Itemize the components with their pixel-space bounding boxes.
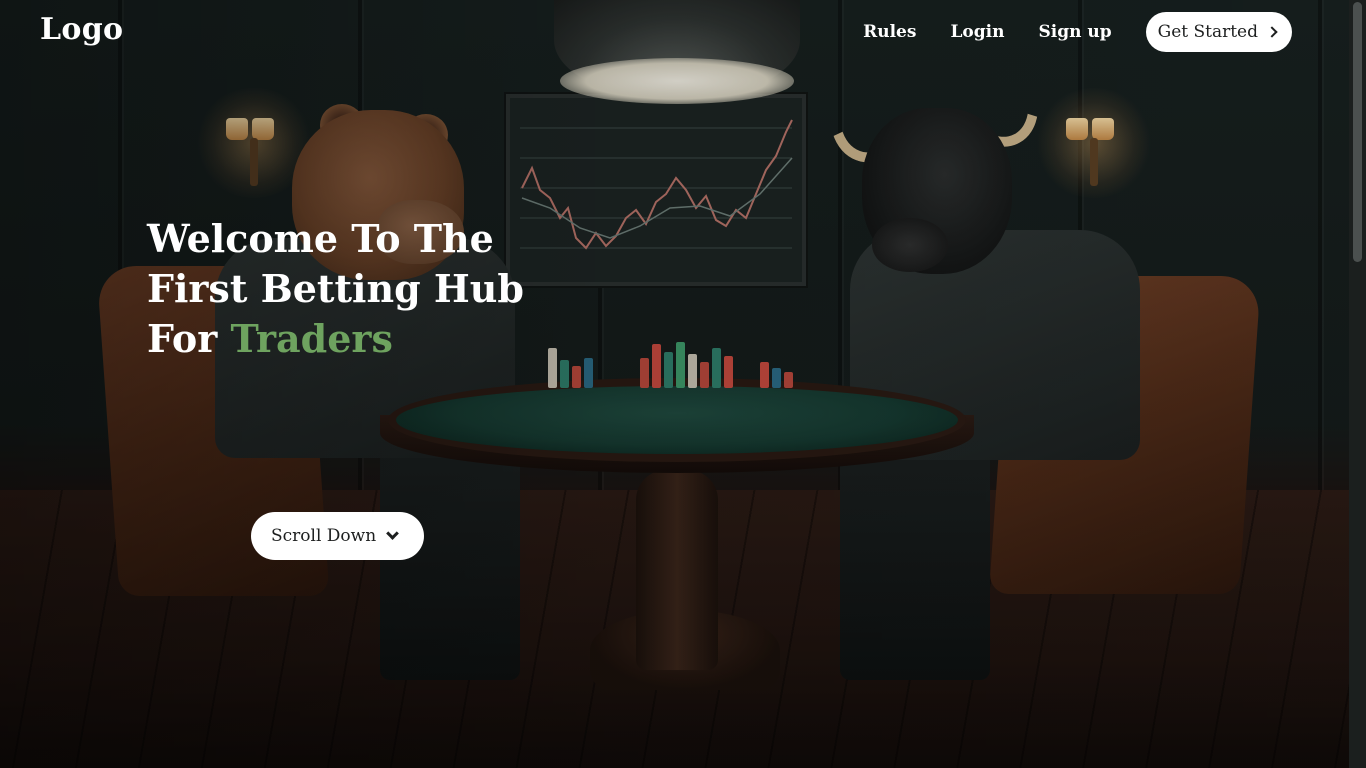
page-scrollbar[interactable] [1349,0,1366,768]
hero-title-line-1: Welcome To The [147,216,494,261]
chevron-right-icon [1266,26,1278,38]
nav-link-signup[interactable]: Sign up [1038,22,1111,42]
main-nav: Rules Login Sign up Get Started [863,12,1292,52]
scrollbar-thumb[interactable] [1353,2,1362,262]
get-started-label: Get Started [1157,22,1258,42]
hero-title-line-2: First Betting Hub [147,266,524,311]
scroll-down-label: Scroll Down [271,526,377,546]
dark-overlay [0,0,1349,768]
scroll-down-button[interactable]: Scroll Down [251,512,424,560]
hero-background-image [0,0,1349,768]
nav-link-rules[interactable]: Rules [863,22,916,42]
hero-title-line-3-prefix: For [147,316,218,361]
hero-title: Welcome To The First Betting Hub For Tra… [147,214,567,364]
chevron-down-icon [386,527,399,540]
hero-title-accent: Traders [230,316,393,361]
site-logo[interactable]: Logo [40,12,123,47]
get-started-button[interactable]: Get Started [1145,12,1292,52]
nav-link-login[interactable]: Login [950,22,1004,42]
